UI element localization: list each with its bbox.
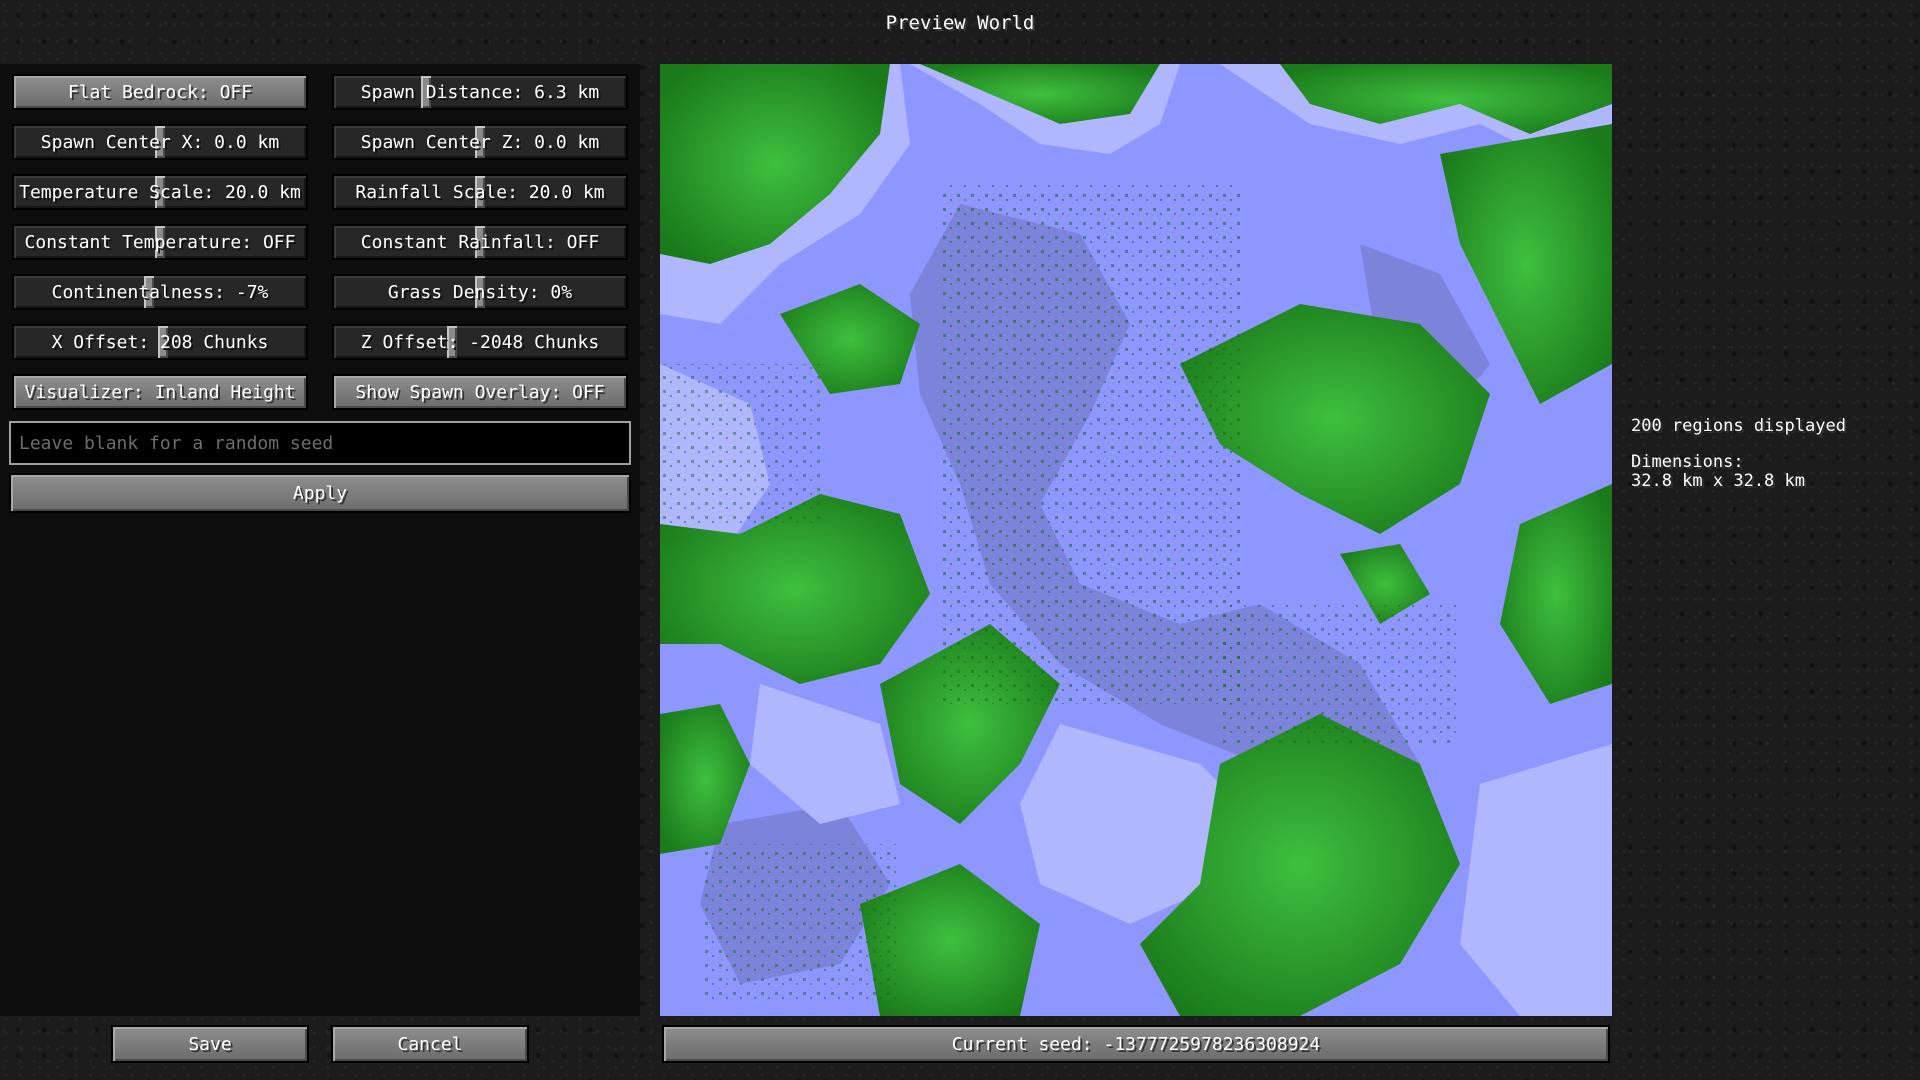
temperature-scale-slider[interactable]: Temperature Scale: 20.0 km bbox=[12, 174, 308, 210]
spawn-distance-slider[interactable]: Spawn Distance: 6.3 km bbox=[332, 74, 628, 110]
slider-label: Constant Rainfall: OFF bbox=[360, 231, 600, 253]
slider-label: Spawn Distance: 6.3 km bbox=[360, 81, 600, 103]
constant-temperature-slider[interactable]: Constant Temperature: OFF bbox=[12, 224, 308, 260]
slider-label: Z Offset: -2048 Chunks bbox=[360, 331, 600, 353]
continentalness-slider[interactable]: Continentalness: -7% bbox=[12, 274, 308, 310]
slider-label: X Offset: 208 Chunks bbox=[51, 331, 269, 353]
slider-label: Spawn Center Z: 0.0 km bbox=[360, 131, 600, 153]
current-seed-button[interactable]: Current seed: -1377725978236308924 bbox=[662, 1025, 1610, 1063]
dimensions-value: 32.8 km x 32.8 km bbox=[1631, 471, 1805, 491]
z-offset-slider[interactable]: Z Offset: -2048 Chunks bbox=[332, 324, 628, 360]
flat-bedrock-button[interactable]: Flat Bedrock: OFF bbox=[12, 74, 308, 110]
slider-label: Grass Density: 0% bbox=[387, 281, 573, 303]
spawn-center-x-slider[interactable]: Spawn Center X: 0.0 km bbox=[12, 124, 308, 160]
apply-button[interactable]: Apply bbox=[9, 473, 631, 513]
visualizer-button[interactable]: Visualizer: Inland Height bbox=[12, 374, 308, 410]
spawn-center-z-slider[interactable]: Spawn Center Z: 0.0 km bbox=[332, 124, 628, 160]
slider-label: Temperature Scale: 20.0 km bbox=[19, 181, 301, 203]
world-preview-map[interactable] bbox=[660, 64, 1612, 1016]
save-button[interactable]: Save bbox=[111, 1025, 309, 1063]
slider-label: Continentalness: -7% bbox=[51, 281, 269, 303]
spawn-overlay-button[interactable]: Show Spawn Overlay: OFF bbox=[332, 374, 628, 410]
settings-panel: Flat Bedrock: OFF Spawn Distance: 6.3 km… bbox=[0, 64, 640, 1016]
rainfall-scale-slider[interactable]: Rainfall Scale: 20.0 km bbox=[332, 174, 628, 210]
dimensions-title: Dimensions: bbox=[1631, 452, 1744, 472]
x-offset-slider[interactable]: X Offset: 208 Chunks bbox=[12, 324, 308, 360]
cancel-button[interactable]: Cancel bbox=[331, 1025, 529, 1063]
window-title: Preview World bbox=[885, 12, 1035, 34]
slider-label: Constant Temperature: OFF bbox=[24, 231, 296, 253]
slider-label: Rainfall Scale: 20.0 km bbox=[355, 181, 605, 203]
slider-label: Spawn Center X: 0.0 km bbox=[40, 131, 280, 153]
seed-input[interactable] bbox=[9, 421, 631, 465]
grass-density-slider[interactable]: Grass Density: 0% bbox=[332, 274, 628, 310]
regions-count: 200 regions displayed bbox=[1631, 416, 1846, 436]
map-canvas bbox=[660, 64, 1612, 1016]
constant-rainfall-slider[interactable]: Constant Rainfall: OFF bbox=[332, 224, 628, 260]
